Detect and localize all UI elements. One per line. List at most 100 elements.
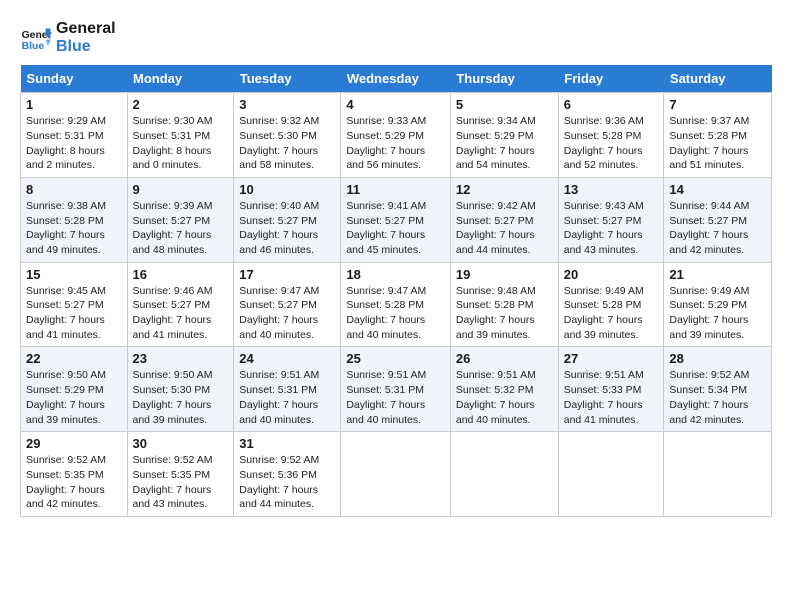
- day-sunset: Sunset: 5:27 PM: [133, 299, 211, 311]
- day-sunrise: Sunrise: 9:29 AM: [26, 115, 106, 127]
- day-daylight: Daylight: 7 hours and 40 minutes.: [239, 399, 318, 426]
- day-number: 23: [133, 351, 229, 366]
- day-daylight: Daylight: 7 hours and 44 minutes.: [456, 229, 535, 256]
- day-sunrise: Sunrise: 9:40 AM: [239, 200, 319, 212]
- day-sunset: Sunset: 5:35 PM: [26, 469, 104, 481]
- day-daylight: Daylight: 7 hours and 43 minutes.: [564, 229, 643, 256]
- day-sunrise: Sunrise: 9:52 AM: [133, 454, 213, 466]
- day-daylight: Daylight: 7 hours and 40 minutes.: [456, 399, 535, 426]
- day-cell-24: 24 Sunrise: 9:51 AM Sunset: 5:31 PM Dayl…: [234, 347, 341, 432]
- day-daylight: Daylight: 7 hours and 42 minutes.: [26, 484, 105, 511]
- header-monday: Monday: [127, 65, 234, 93]
- day-number: 4: [346, 97, 445, 112]
- day-cell-1: 1 Sunrise: 9:29 AM Sunset: 5:31 PM Dayli…: [21, 93, 128, 178]
- calendar-week-1: 1 Sunrise: 9:29 AM Sunset: 5:31 PM Dayli…: [21, 93, 772, 178]
- day-number: 11: [346, 182, 445, 197]
- svg-text:Blue: Blue: [22, 41, 45, 52]
- logo-text-blue: Blue: [56, 38, 116, 56]
- day-cell-15: 15 Sunrise: 9:45 AM Sunset: 5:27 PM Dayl…: [21, 262, 128, 347]
- day-daylight: Daylight: 8 hours and 2 minutes.: [26, 145, 105, 172]
- day-sunrise: Sunrise: 9:46 AM: [133, 285, 213, 297]
- page-header: General Blue General Blue: [20, 20, 772, 55]
- day-cell-26: 26 Sunrise: 9:51 AM Sunset: 5:32 PM Dayl…: [450, 347, 558, 432]
- day-cell-10: 10 Sunrise: 9:40 AM Sunset: 5:27 PM Dayl…: [234, 177, 341, 262]
- day-sunrise: Sunrise: 9:30 AM: [133, 115, 213, 127]
- day-daylight: Daylight: 7 hours and 46 minutes.: [239, 229, 318, 256]
- day-sunrise: Sunrise: 9:50 AM: [133, 369, 213, 381]
- day-daylight: Daylight: 7 hours and 45 minutes.: [346, 229, 425, 256]
- header-saturday: Saturday: [664, 65, 772, 93]
- day-sunrise: Sunrise: 9:39 AM: [133, 200, 213, 212]
- day-sunrise: Sunrise: 9:42 AM: [456, 200, 536, 212]
- empty-cell: [664, 432, 772, 517]
- day-sunrise: Sunrise: 9:52 AM: [669, 369, 749, 381]
- day-sunrise: Sunrise: 9:50 AM: [26, 369, 106, 381]
- day-sunset: Sunset: 5:31 PM: [346, 384, 424, 396]
- day-daylight: Daylight: 7 hours and 52 minutes.: [564, 145, 643, 172]
- day-cell-17: 17 Sunrise: 9:47 AM Sunset: 5:27 PM Dayl…: [234, 262, 341, 347]
- header-friday: Friday: [558, 65, 664, 93]
- day-sunrise: Sunrise: 9:32 AM: [239, 115, 319, 127]
- day-sunset: Sunset: 5:27 PM: [456, 215, 534, 227]
- day-sunset: Sunset: 5:34 PM: [669, 384, 747, 396]
- day-cell-28: 28 Sunrise: 9:52 AM Sunset: 5:34 PM Dayl…: [664, 347, 772, 432]
- day-number: 8: [26, 182, 122, 197]
- day-cell-31: 31 Sunrise: 9:52 AM Sunset: 5:36 PM Dayl…: [234, 432, 341, 517]
- day-sunset: Sunset: 5:28 PM: [26, 215, 104, 227]
- empty-cell: [558, 432, 664, 517]
- empty-cell: [450, 432, 558, 517]
- day-number: 21: [669, 267, 766, 282]
- day-sunset: Sunset: 5:35 PM: [133, 469, 211, 481]
- day-cell-4: 4 Sunrise: 9:33 AM Sunset: 5:29 PM Dayli…: [341, 93, 451, 178]
- day-number: 3: [239, 97, 335, 112]
- day-daylight: Daylight: 7 hours and 54 minutes.: [456, 145, 535, 172]
- day-sunset: Sunset: 5:27 PM: [346, 215, 424, 227]
- day-number: 28: [669, 351, 766, 366]
- day-sunset: Sunset: 5:33 PM: [564, 384, 642, 396]
- day-cell-21: 21 Sunrise: 9:49 AM Sunset: 5:29 PM Dayl…: [664, 262, 772, 347]
- day-sunrise: Sunrise: 9:51 AM: [564, 369, 644, 381]
- header-wednesday: Wednesday: [341, 65, 451, 93]
- day-daylight: Daylight: 7 hours and 39 minutes.: [564, 314, 643, 341]
- day-cell-8: 8 Sunrise: 9:38 AM Sunset: 5:28 PM Dayli…: [21, 177, 128, 262]
- day-sunrise: Sunrise: 9:33 AM: [346, 115, 426, 127]
- day-cell-16: 16 Sunrise: 9:46 AM Sunset: 5:27 PM Dayl…: [127, 262, 234, 347]
- day-cell-7: 7 Sunrise: 9:37 AM Sunset: 5:28 PM Dayli…: [664, 93, 772, 178]
- day-cell-25: 25 Sunrise: 9:51 AM Sunset: 5:31 PM Dayl…: [341, 347, 451, 432]
- day-number: 13: [564, 182, 659, 197]
- day-cell-29: 29 Sunrise: 9:52 AM Sunset: 5:35 PM Dayl…: [21, 432, 128, 517]
- day-sunset: Sunset: 5:28 PM: [456, 299, 534, 311]
- calendar-week-3: 15 Sunrise: 9:45 AM Sunset: 5:27 PM Dayl…: [21, 262, 772, 347]
- day-cell-27: 27 Sunrise: 9:51 AM Sunset: 5:33 PM Dayl…: [558, 347, 664, 432]
- day-cell-23: 23 Sunrise: 9:50 AM Sunset: 5:30 PM Dayl…: [127, 347, 234, 432]
- day-cell-30: 30 Sunrise: 9:52 AM Sunset: 5:35 PM Dayl…: [127, 432, 234, 517]
- day-number: 18: [346, 267, 445, 282]
- day-sunset: Sunset: 5:27 PM: [239, 299, 317, 311]
- empty-cell: [341, 432, 451, 517]
- day-sunset: Sunset: 5:27 PM: [133, 215, 211, 227]
- day-sunset: Sunset: 5:27 PM: [239, 215, 317, 227]
- day-sunset: Sunset: 5:28 PM: [564, 299, 642, 311]
- day-sunrise: Sunrise: 9:51 AM: [346, 369, 426, 381]
- day-number: 24: [239, 351, 335, 366]
- day-daylight: Daylight: 7 hours and 42 minutes.: [669, 399, 748, 426]
- day-cell-6: 6 Sunrise: 9:36 AM Sunset: 5:28 PM Dayli…: [558, 93, 664, 178]
- day-daylight: Daylight: 7 hours and 39 minutes.: [456, 314, 535, 341]
- day-sunset: Sunset: 5:28 PM: [669, 130, 747, 142]
- day-cell-19: 19 Sunrise: 9:48 AM Sunset: 5:28 PM Dayl…: [450, 262, 558, 347]
- day-cell-12: 12 Sunrise: 9:42 AM Sunset: 5:27 PM Dayl…: [450, 177, 558, 262]
- day-sunrise: Sunrise: 9:47 AM: [346, 285, 426, 297]
- calendar-week-4: 22 Sunrise: 9:50 AM Sunset: 5:29 PM Dayl…: [21, 347, 772, 432]
- day-number: 19: [456, 267, 553, 282]
- day-sunrise: Sunrise: 9:36 AM: [564, 115, 644, 127]
- day-cell-2: 2 Sunrise: 9:30 AM Sunset: 5:31 PM Dayli…: [127, 93, 234, 178]
- day-sunset: Sunset: 5:31 PM: [133, 130, 211, 142]
- day-sunrise: Sunrise: 9:37 AM: [669, 115, 749, 127]
- day-sunrise: Sunrise: 9:41 AM: [346, 200, 426, 212]
- day-daylight: Daylight: 7 hours and 40 minutes.: [346, 399, 425, 426]
- day-number: 7: [669, 97, 766, 112]
- day-number: 29: [26, 436, 122, 451]
- calendar-header-row: SundayMondayTuesdayWednesdayThursdayFrid…: [21, 65, 772, 93]
- day-cell-22: 22 Sunrise: 9:50 AM Sunset: 5:29 PM Dayl…: [21, 347, 128, 432]
- day-number: 10: [239, 182, 335, 197]
